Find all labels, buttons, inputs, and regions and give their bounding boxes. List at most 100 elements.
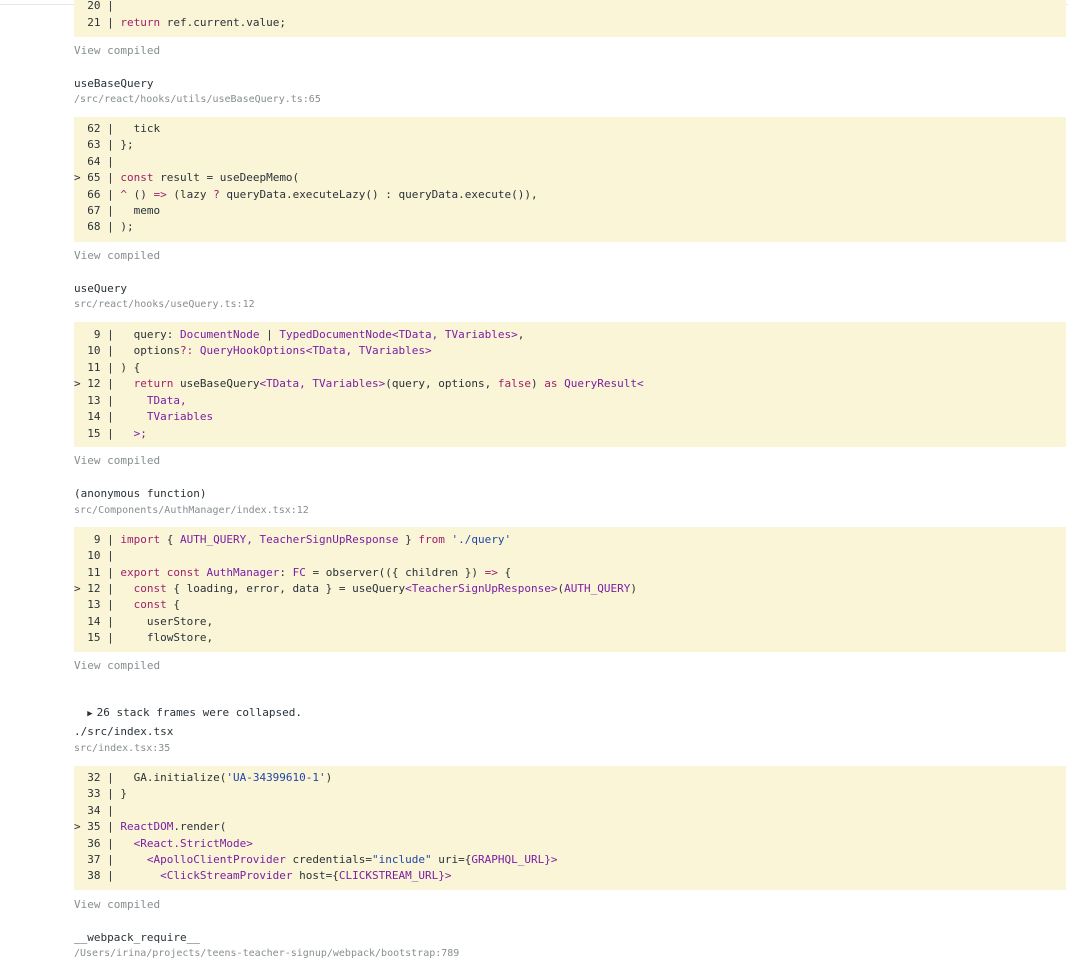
- line-number: 11 |: [74, 361, 121, 374]
- code-token: ): [531, 377, 545, 390]
- code-line: 66 | ^ () => (lazy ? queryData.executeLa…: [74, 187, 538, 203]
- code-line: 37 | <ApolloClientProvider credentials="…: [74, 852, 558, 868]
- code-token: (lazy: [166, 188, 214, 201]
- code-token: }>: [544, 853, 558, 866]
- view-compiled-link[interactable]: View compiled: [74, 454, 160, 468]
- code-token: TData,: [120, 394, 187, 407]
- line-number: 38 |: [74, 869, 121, 882]
- code-line: 68 | );: [74, 219, 133, 235]
- code-line: 36 | <React.StrictMode>: [74, 836, 253, 852]
- code-block-2: 9 | query: DocumentNode | TypedDocumentN…: [74, 322, 1066, 447]
- line-number: 14 |: [74, 410, 121, 423]
- code-token: { loading, error, data } = useQuery: [166, 582, 406, 595]
- code-token: =>: [153, 188, 167, 201]
- line-number: 33 |: [74, 787, 121, 800]
- code-line: 63 | };: [74, 137, 134, 153]
- code-token: };: [120, 138, 134, 151]
- code-token: (query, options,: [385, 377, 498, 390]
- code-token: |: [259, 328, 280, 341]
- code-token: const: [120, 598, 167, 611]
- code-token: {: [497, 566, 512, 579]
- code-token: :: [279, 566, 293, 579]
- code-token: {: [160, 533, 180, 546]
- code-token: ReactDOM: [120, 820, 174, 833]
- code-line: 15 | >;: [74, 426, 147, 442]
- view-compiled-link[interactable]: View compiled: [74, 249, 160, 263]
- code-line: > 35 | ReactDOM.render(: [74, 819, 226, 835]
- collapsed-frames-label: 26 stack frames were collapsed.: [96, 706, 302, 719]
- line-number: 64 |: [74, 155, 121, 168]
- code-token: AUTH_QUERY, TeacherSignUpResponse: [179, 533, 399, 546]
- code-token: }: [398, 533, 419, 546]
- collapsed-frames-toggle[interactable]: ▶ 26 stack frames were collapsed.: [74, 692, 302, 721]
- view-compiled-link[interactable]: View compiled: [74, 898, 160, 912]
- code-token: userStore,: [120, 615, 214, 628]
- code-line: 13 | const {: [74, 597, 180, 613]
- code-line: 38 | <ClickStreamProvider host={CLICKSTR…: [74, 868, 451, 884]
- line-number: 14 |: [74, 615, 121, 628]
- code-token: >;: [120, 427, 147, 440]
- line-number: 62 |: [74, 122, 121, 135]
- expand-triangle-icon: ▶: [87, 709, 93, 719]
- code-token: './query': [451, 533, 512, 546]
- line-number: 34 |: [74, 804, 121, 817]
- code-token: queryData.executeLazy() : queryData.exec…: [219, 188, 538, 201]
- code-token: return: [120, 16, 161, 29]
- code-token: AUTH_QUERY: [564, 582, 631, 595]
- code-token: 'UA-34399610-1': [226, 771, 326, 784]
- code-line: 62 | tick: [74, 121, 160, 137]
- code-token: ?:: [179, 344, 194, 357]
- code-token: <TData, TVariables>: [259, 377, 386, 390]
- view-compiled-link[interactable]: View compiled: [74, 659, 160, 673]
- code-line: 21 | return ref.current.value;: [74, 15, 286, 31]
- code-line: 32 | GA.initialize('UA-34399610-1'): [74, 770, 332, 786]
- code-token: (): [126, 188, 154, 201]
- code-token: AuthManager: [206, 566, 280, 579]
- code-token: ^: [120, 188, 127, 201]
- code-token: QueryHookOptions<TData, TVariables>: [199, 344, 432, 357]
- code-block-1: 62 | tick 63 | }; 64 | > 65 | const resu…: [74, 117, 1066, 242]
- code-token: host={: [292, 869, 339, 882]
- code-token: ) {: [120, 361, 141, 374]
- code-token: ?: [213, 188, 220, 201]
- code-line: 11 | export const AuthManager: FC = obse…: [74, 565, 511, 581]
- frame-file-path: src/Components/AuthManager/index.tsx:12: [74, 505, 309, 516]
- frame-file-path: /Users/irina/projects/teens-teacher-sign…: [74, 948, 460, 959]
- code-line: 14 | userStore,: [74, 614, 213, 630]
- code-line: 10 |: [74, 548, 120, 564]
- code-token: <React.StrictMode>: [120, 837, 253, 850]
- line-number: 63 |: [74, 138, 121, 151]
- frame-function-name: (anonymous function): [74, 487, 207, 500]
- code-line: > 65 | const result = useDeepMemo(: [74, 170, 299, 186]
- code-line: > 12 | return useBaseQuery<TData, TVaria…: [74, 376, 644, 392]
- code-token: GA.initialize(: [120, 771, 227, 784]
- code-token: {: [166, 598, 180, 611]
- view-compiled-link[interactable]: View compiled: [74, 44, 160, 58]
- code-line: > 12 | const { loading, error, data } = …: [74, 581, 637, 597]
- line-number: 66 |: [74, 188, 121, 201]
- code-token: ref.current.value;: [160, 16, 286, 29]
- code-token: <TeacherSignUpResponse>: [405, 582, 558, 595]
- code-token: CLICKSTREAM_URL: [338, 869, 439, 882]
- code-line: 15 | flowStore,: [74, 630, 213, 646]
- code-line: 11 | ) {: [74, 360, 140, 376]
- line-number: 10 |: [74, 344, 121, 357]
- line-number: 13 |: [74, 394, 121, 407]
- code-token: tick: [120, 122, 161, 135]
- code-token: result = useDeepMemo(: [153, 171, 300, 184]
- code-token: <ClickStreamProvider: [120, 869, 293, 882]
- line-number: > 12 |: [74, 377, 121, 390]
- frame-file-path: src/index.tsx:35: [74, 743, 171, 754]
- code-token: const: [120, 582, 167, 595]
- line-number: 32 |: [74, 771, 121, 784]
- line-number: 68 |: [74, 220, 121, 233]
- code-line: 20 |: [74, 0, 120, 14]
- code-line: 10 | options?: QueryHookOptions<TData, T…: [74, 343, 432, 359]
- code-token: as: [544, 377, 558, 390]
- line-number: 13 |: [74, 598, 121, 611]
- code-token: ): [630, 582, 637, 595]
- frame-file-path: src/react/hooks/useQuery.ts:12: [74, 299, 255, 310]
- frame-function-name: ./src/index.tsx: [74, 725, 174, 738]
- code-token: const: [120, 171, 154, 184]
